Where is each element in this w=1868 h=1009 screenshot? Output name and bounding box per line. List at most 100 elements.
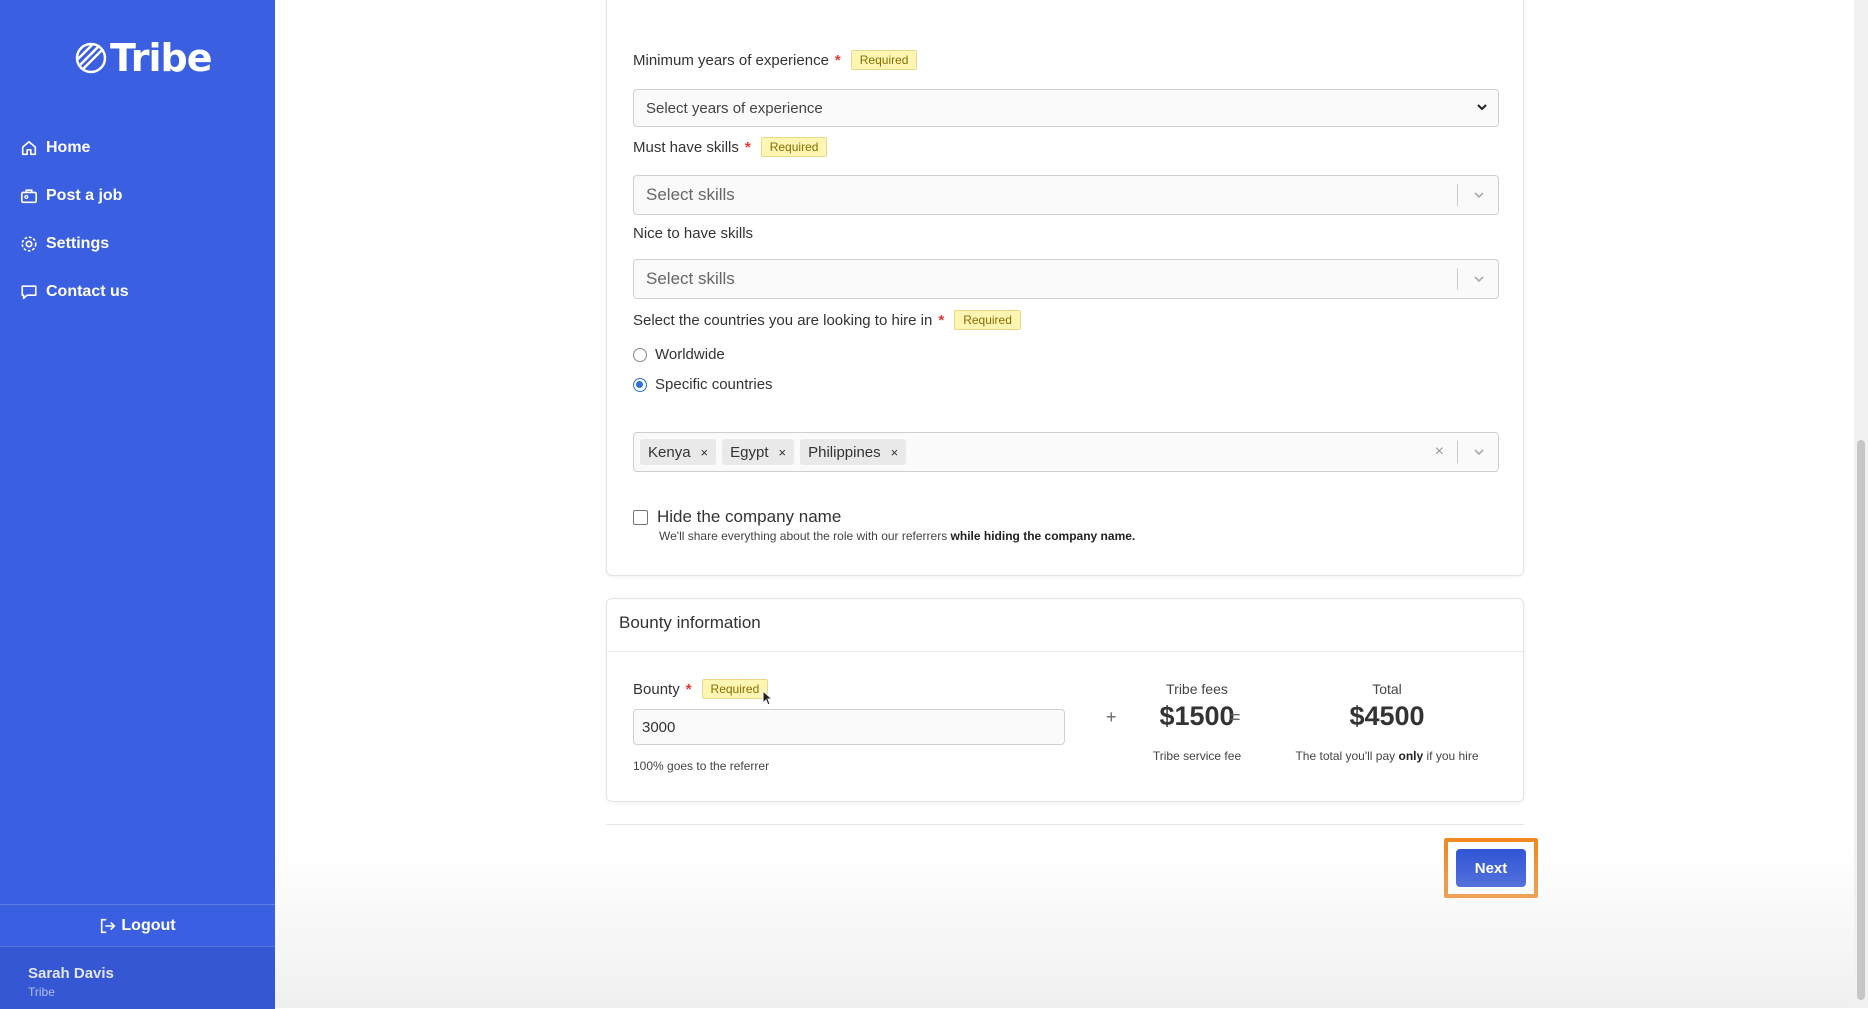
required-star: * — [744, 138, 751, 156]
clear-all-icon[interactable]: × — [1435, 443, 1444, 461]
hide-company-checkbox[interactable]: Hide the company name — [633, 507, 841, 527]
sidebar: Tribe Home Post a job Settings Contact u… — [0, 0, 275, 1009]
radio-button[interactable] — [633, 347, 647, 362]
bounty-label: Bounty * Required — [633, 679, 769, 699]
logout-label: Logout — [121, 917, 176, 934]
countries-multiselect[interactable]: Kenya × Egypt × Philippines × × — [633, 432, 1499, 472]
required-badge: Required — [954, 310, 1021, 330]
sidebar-item-post-a-job[interactable]: Post a job — [20, 172, 129, 220]
select-separator — [1457, 268, 1458, 290]
chevron-down-icon[interactable] — [1472, 445, 1486, 459]
chevron-down-icon — [1477, 104, 1487, 111]
bounty-label-text: Bounty — [633, 680, 680, 698]
required-badge: Required — [850, 50, 918, 70]
chevron-down-icon[interactable] — [1472, 272, 1486, 286]
sidebar-item-label: Post a job — [46, 187, 123, 204]
section-divider — [607, 651, 1523, 652]
bounty-card: Bounty information Bounty * Required 300… — [606, 598, 1524, 802]
bounty-input-value: 3000 — [642, 718, 676, 736]
remove-tag-icon[interactable]: × — [701, 445, 709, 460]
radio-label: Worldwide — [655, 346, 725, 363]
sidebar-nav: Home Post a job Settings Contact us — [20, 124, 129, 316]
hint-text: We'll share everything about the role wi… — [659, 529, 951, 543]
total-label: Total — [1372, 681, 1402, 697]
briefcase-icon — [20, 189, 38, 204]
experience-label-text: Minimum years of experience — [633, 51, 829, 69]
sidebar-item-contact-us[interactable]: Contact us — [20, 268, 129, 316]
fees-amount: $1500 — [1159, 701, 1235, 731]
chat-icon — [21, 285, 37, 300]
total-note-suffix: if you hire — [1423, 749, 1479, 763]
select-separator — [1457, 441, 1458, 463]
nice-skills-label: Nice to have skills — [633, 225, 753, 242]
brand-name: Tribe — [110, 36, 212, 80]
remove-tag-icon[interactable]: × — [891, 445, 899, 460]
hide-company-label: Hide the company name — [657, 507, 842, 526]
logout-button[interactable]: Logout — [0, 904, 275, 947]
country-tag-label: Philippines — [808, 443, 881, 461]
required-star: * — [685, 680, 692, 698]
sidebar-item-home[interactable]: Home — [20, 124, 129, 172]
scrollbar-thumb[interactable] — [1857, 440, 1865, 1000]
experience-select[interactable]: Select years of experience — [633, 89, 1499, 127]
sidebar-item-label: Contact us — [46, 283, 129, 300]
radio-specific-countries[interactable]: Specific countries — [633, 376, 773, 393]
gear-icon — [21, 236, 37, 252]
must-skills-label-text: Must have skills — [633, 138, 739, 156]
job-requirements-card: Minimum years of experience * Required S… — [606, 0, 1524, 576]
radio-worldwide[interactable]: Worldwide — [633, 346, 725, 363]
scrollbar[interactable] — [1854, 0, 1868, 1008]
bounty-input[interactable]: 3000 — [633, 709, 1065, 745]
required-star: * — [834, 51, 841, 69]
nice-skills-label-text: Nice to have skills — [633, 225, 754, 242]
plus-sign: + — [1106, 707, 1117, 727]
sidebar-item-settings[interactable]: Settings — [20, 220, 129, 268]
country-tag: Egypt × — [722, 439, 795, 465]
must-skills-select[interactable]: Select skills — [633, 175, 1499, 215]
equals-sign: = — [1230, 707, 1241, 727]
country-tag-label: Kenya — [648, 443, 691, 461]
total-amount: $4500 — [1349, 701, 1425, 731]
tribe-logo-icon — [75, 42, 107, 74]
chevron-down-icon[interactable] — [1472, 188, 1486, 202]
countries-label-text: Select the countries you are looking to … — [633, 311, 933, 329]
user-org: Tribe — [28, 985, 55, 999]
bounty-section-title: Bounty information — [619, 613, 761, 632]
logout-icon — [101, 918, 116, 934]
sidebar-item-label: Settings — [46, 235, 110, 252]
hide-company-hint: We'll share everything about the role wi… — [659, 529, 1135, 543]
tribe-logo[interactable]: Tribe — [74, 36, 212, 80]
bounty-note: 100% goes to the referrer — [633, 759, 770, 773]
experience-label: Minimum years of experience * Required — [633, 50, 918, 70]
footer-divider — [606, 824, 1524, 825]
must-skills-label: Must have skills * Required — [633, 137, 828, 157]
radio-button[interactable] — [633, 377, 647, 392]
next-button-highlight: Next — [1444, 838, 1538, 898]
total-note: The total you'll pay only if you hire — [1267, 749, 1507, 763]
country-tag: Kenya × — [640, 439, 717, 465]
select-separator — [1457, 184, 1458, 206]
home-icon — [21, 140, 37, 156]
country-tag: Philippines × — [800, 439, 907, 465]
next-button[interactable]: Next — [1456, 849, 1526, 887]
fees-note: Tribe service fee — [1152, 749, 1242, 763]
user-profile[interactable]: Sarah Davis Tribe — [0, 946, 275, 1009]
fees-label: Tribe fees — [1166, 681, 1228, 697]
checkbox[interactable] — [633, 509, 648, 525]
must-skills-placeholder: Select skills — [646, 185, 735, 204]
nice-skills-select[interactable]: Select skills — [633, 259, 1499, 299]
required-badge: Required — [760, 137, 828, 157]
total-note-prefix: The total you'll pay — [1295, 749, 1399, 763]
mouse-cursor-icon — [762, 690, 774, 706]
nice-skills-placeholder: Select skills — [646, 269, 735, 288]
sidebar-item-label: Home — [46, 139, 91, 156]
user-name: Sarah Davis — [28, 965, 114, 982]
required-star: * — [938, 311, 945, 329]
experience-select-value: Select years of experience — [646, 99, 823, 117]
hint-bold-text: while hiding the company name. — [950, 529, 1136, 543]
remove-tag-icon[interactable]: × — [779, 445, 787, 460]
required-badge: Required — [701, 679, 769, 699]
total-note-bold: only — [1398, 749, 1424, 763]
country-tag-label: Egypt — [730, 443, 769, 461]
radio-label: Specific countries — [655, 376, 773, 393]
